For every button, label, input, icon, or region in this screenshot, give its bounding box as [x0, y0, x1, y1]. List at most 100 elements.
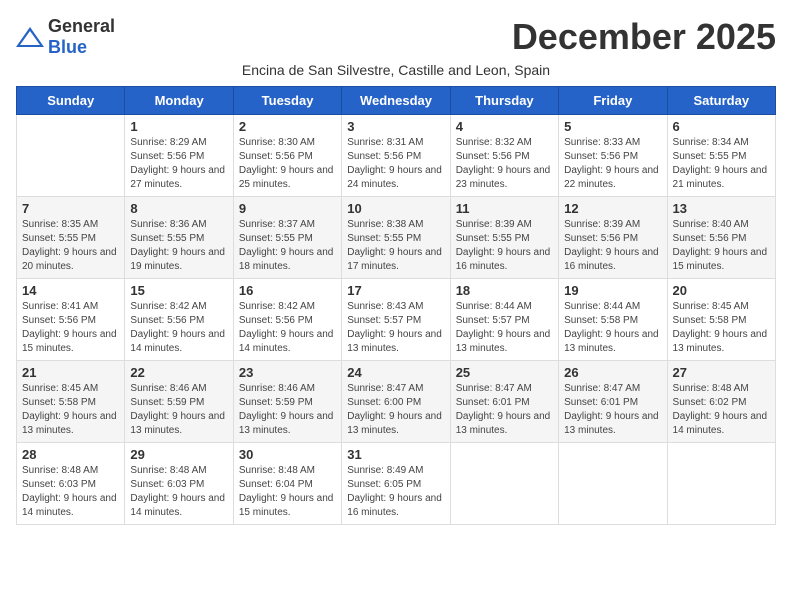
header-day-friday: Friday — [559, 87, 667, 115]
day-number: 19 — [564, 283, 661, 298]
calendar-cell: 17 Sunrise: 8:43 AMSunset: 5:57 PMDayligh… — [342, 279, 450, 361]
calendar-cell: 3Sunrise: 8:31 AMSunset: 5:56 PMDaylight… — [342, 115, 450, 197]
calendar-cell: 20 Sunrise: 8:45 AMSunset: 5:58 PMDayligh… — [667, 279, 775, 361]
day-info: Sunrise: 8:47 AMSunset: 6:00 PMDaylight:… — [347, 382, 444, 438]
header-day-saturday: Saturday — [667, 87, 775, 115]
day-info: Sunrise: 8:46 AMSunset: 5:59 PMDaylight:… — [130, 382, 227, 438]
calendar-cell: 7 Sunrise: 8:35 AMSunset: 5:55 PMDaylight… — [17, 197, 125, 279]
day-number: 14 — [22, 283, 119, 298]
header-day-thursday: Thursday — [450, 87, 558, 115]
calendar-cell: 19 Sunrise: 8:44 AMSunset: 5:58 PMDayligh… — [559, 279, 667, 361]
calendar-cell: 2 Sunrise: 8:30 AMSunset: 5:56 PMDaylight… — [233, 115, 341, 197]
calendar-week-3: 14 Sunrise: 8:41 AMSunset: 5:56 PMDayligh… — [17, 279, 776, 361]
calendar-cell: 21Sunrise: 8:45 AMSunset: 5:58 PMDayligh… — [17, 361, 125, 443]
day-number: 1 — [130, 119, 227, 134]
day-number: 9 — [239, 201, 336, 216]
logo: General Blue — [16, 16, 115, 58]
day-number: 30 — [239, 447, 336, 462]
day-info: Sunrise: 8:44 AMSunset: 5:58 PMDaylight:… — [564, 300, 661, 356]
day-number: 26 — [564, 365, 661, 380]
day-info: Sunrise: 8:33 AMSunset: 5:56 PMDaylight:… — [564, 136, 661, 192]
calendar-cell: 30 Sunrise: 8:48 AMSunset: 6:04 PMDayligh… — [233, 443, 341, 525]
header-day-monday: Monday — [125, 87, 233, 115]
calendar-cell: 18 Sunrise: 8:44 AMSunset: 5:57 PMDayligh… — [450, 279, 558, 361]
calendar-cell — [17, 115, 125, 197]
day-number: 2 — [239, 119, 336, 134]
day-info: Sunrise: 8:31 AMSunset: 5:56 PMDaylight:… — [347, 136, 444, 192]
calendar-cell: 10Sunrise: 8:38 AMSunset: 5:55 PMDayligh… — [342, 197, 450, 279]
day-number: 25 — [456, 365, 553, 380]
day-info: Sunrise: 8:37 AMSunset: 5:55 PMDaylight:… — [239, 218, 336, 274]
calendar-cell: 23 Sunrise: 8:46 AMSunset: 5:59 PMDayligh… — [233, 361, 341, 443]
calendar-cell: 12Sunrise: 8:39 AMSunset: 5:56 PMDayligh… — [559, 197, 667, 279]
calendar-cell: 9 Sunrise: 8:37 AMSunset: 5:55 PMDaylight… — [233, 197, 341, 279]
day-number: 6 — [673, 119, 770, 134]
calendar-cell: 13 Sunrise: 8:40 AMSunset: 5:56 PMDayligh… — [667, 197, 775, 279]
day-info: Sunrise: 8:29 AMSunset: 5:56 PMDaylight:… — [130, 136, 227, 192]
day-number: 24 — [347, 365, 444, 380]
day-info: Sunrise: 8:35 AMSunset: 5:55 PMDaylight:… — [22, 218, 119, 274]
day-number: 17 — [347, 283, 444, 298]
calendar: SundayMondayTuesdayWednesdayThursdayFrid… — [16, 86, 776, 525]
day-info: Sunrise: 8:36 AMSunset: 5:55 PMDaylight:… — [130, 218, 227, 274]
calendar-cell: 15Sunrise: 8:42 AMSunset: 5:56 PMDayligh… — [125, 279, 233, 361]
calendar-cell — [559, 443, 667, 525]
logo-blue: Blue — [48, 37, 87, 57]
day-info: Sunrise: 8:43 AMSunset: 5:57 PMDaylight:… — [347, 300, 444, 356]
calendar-cell: 29 Sunrise: 8:48 AMSunset: 6:03 PMDayligh… — [125, 443, 233, 525]
subtitle: Encina de San Silvestre, Castille and Le… — [16, 62, 776, 78]
day-number: 29 — [130, 447, 227, 462]
day-info: Sunrise: 8:42 AMSunset: 5:56 PMDaylight:… — [239, 300, 336, 356]
header-day-tuesday: Tuesday — [233, 87, 341, 115]
calendar-cell: 26 Sunrise: 8:47 AMSunset: 6:01 PMDayligh… — [559, 361, 667, 443]
day-info: Sunrise: 8:48 AMSunset: 6:03 PMDaylight:… — [22, 464, 119, 520]
day-info: Sunrise: 8:48 AMSunset: 6:02 PMDaylight:… — [673, 382, 770, 438]
day-number: 7 — [22, 201, 119, 216]
day-number: 31 — [347, 447, 444, 462]
header-day-sunday: Sunday — [17, 87, 125, 115]
day-info: Sunrise: 8:40 AMSunset: 5:56 PMDaylight:… — [673, 218, 770, 274]
logo-general: General — [48, 16, 115, 36]
calendar-cell: 6 Sunrise: 8:34 AMSunset: 5:55 PMDaylight… — [667, 115, 775, 197]
calendar-cell: 8 Sunrise: 8:36 AMSunset: 5:55 PMDaylight… — [125, 197, 233, 279]
calendar-week-4: 21Sunrise: 8:45 AMSunset: 5:58 PMDayligh… — [17, 361, 776, 443]
day-info: Sunrise: 8:46 AMSunset: 5:59 PMDaylight:… — [239, 382, 336, 438]
logo-icon — [16, 27, 44, 47]
calendar-header: SundayMondayTuesdayWednesdayThursdayFrid… — [17, 87, 776, 115]
day-number: 13 — [673, 201, 770, 216]
day-number: 22 — [130, 365, 227, 380]
day-info: Sunrise: 8:45 AMSunset: 5:58 PMDaylight:… — [22, 382, 119, 438]
day-info: Sunrise: 8:45 AMSunset: 5:58 PMDaylight:… — [673, 300, 770, 356]
day-number: 15 — [130, 283, 227, 298]
calendar-cell: 28Sunrise: 8:48 AMSunset: 6:03 PMDayligh… — [17, 443, 125, 525]
day-info: Sunrise: 8:44 AMSunset: 5:57 PMDaylight:… — [456, 300, 553, 356]
calendar-cell: 24 Sunrise: 8:47 AMSunset: 6:00 PMDayligh… — [342, 361, 450, 443]
day-number: 8 — [130, 201, 227, 216]
day-info: Sunrise: 8:47 AMSunset: 6:01 PMDaylight:… — [456, 382, 553, 438]
calendar-cell — [450, 443, 558, 525]
day-info: Sunrise: 8:47 AMSunset: 6:01 PMDaylight:… — [564, 382, 661, 438]
day-info: Sunrise: 8:30 AMSunset: 5:56 PMDaylight:… — [239, 136, 336, 192]
day-number: 23 — [239, 365, 336, 380]
day-info: Sunrise: 8:38 AMSunset: 5:55 PMDaylight:… — [347, 218, 444, 274]
day-number: 5 — [564, 119, 661, 134]
calendar-week-1: 1 Sunrise: 8:29 AMSunset: 5:56 PMDaylight… — [17, 115, 776, 197]
calendar-cell: 25 Sunrise: 8:47 AMSunset: 6:01 PMDayligh… — [450, 361, 558, 443]
day-number: 20 — [673, 283, 770, 298]
calendar-cell: 11Sunrise: 8:39 AMSunset: 5:55 PMDayligh… — [450, 197, 558, 279]
calendar-week-2: 7 Sunrise: 8:35 AMSunset: 5:55 PMDaylight… — [17, 197, 776, 279]
calendar-cell: 16Sunrise: 8:42 AMSunset: 5:56 PMDayligh… — [233, 279, 341, 361]
day-info: Sunrise: 8:48 AMSunset: 6:03 PMDaylight:… — [130, 464, 227, 520]
day-number: 18 — [456, 283, 553, 298]
calendar-week-5: 28Sunrise: 8:48 AMSunset: 6:03 PMDayligh… — [17, 443, 776, 525]
day-info: Sunrise: 8:48 AMSunset: 6:04 PMDaylight:… — [239, 464, 336, 520]
calendar-cell — [667, 443, 775, 525]
calendar-cell: 14 Sunrise: 8:41 AMSunset: 5:56 PMDayligh… — [17, 279, 125, 361]
calendar-cell: 1 Sunrise: 8:29 AMSunset: 5:56 PMDaylight… — [125, 115, 233, 197]
day-info: Sunrise: 8:41 AMSunset: 5:56 PMDaylight:… — [22, 300, 119, 356]
day-number: 12 — [564, 201, 661, 216]
day-info: Sunrise: 8:34 AMSunset: 5:55 PMDaylight:… — [673, 136, 770, 192]
day-number: 4 — [456, 119, 553, 134]
calendar-cell: 5 Sunrise: 8:33 AMSunset: 5:56 PMDaylight… — [559, 115, 667, 197]
calendar-cell: 27Sunrise: 8:48 AMSunset: 6:02 PMDayligh… — [667, 361, 775, 443]
